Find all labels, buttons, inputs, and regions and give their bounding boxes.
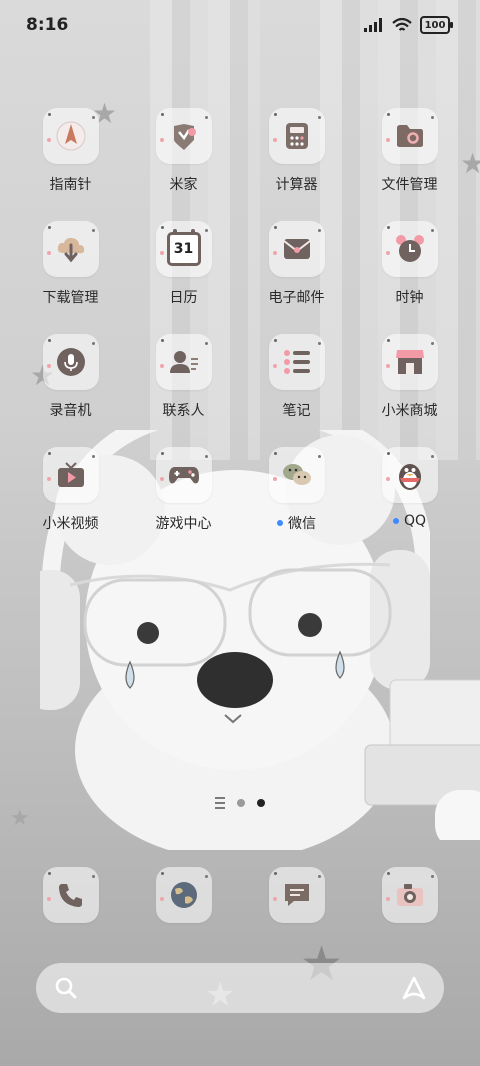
app-tile[interactable]	[381, 867, 438, 923]
app-mi-store[interactable]: 小米商城	[353, 334, 466, 420]
app-tile[interactable]: 31	[155, 221, 212, 277]
app-tile[interactable]	[268, 334, 325, 390]
app-label: 小米商城	[381, 403, 438, 419]
app-label: 联系人	[162, 403, 205, 419]
app-label: QQ	[403, 513, 427, 529]
calendar-icon: 31	[166, 229, 201, 266]
gamepad-icon	[168, 467, 199, 484]
app-contacts[interactable]: 联系人	[127, 334, 240, 420]
books-decoration	[364, 679, 480, 840]
contact-icon	[169, 351, 198, 373]
app-label: 微信	[288, 516, 316, 532]
app-tile[interactable]	[42, 221, 99, 277]
app-label: 时钟	[395, 290, 424, 306]
page-list-icon[interactable]	[215, 797, 225, 809]
app-notes[interactable]: 笔记	[240, 334, 353, 420]
download-cloud-icon	[57, 237, 84, 263]
search-input[interactable]	[92, 975, 386, 1003]
app-calculator[interactable]: 计算器	[240, 108, 353, 194]
camera-icon	[396, 884, 423, 906]
signal-icon	[364, 18, 382, 32]
app-mi-home[interactable]: 米家	[127, 108, 240, 194]
app-label: 日历	[169, 290, 198, 306]
app-wechat[interactable]: 微信	[240, 447, 353, 533]
page-indicator[interactable]	[0, 797, 480, 809]
app-tile[interactable]	[155, 867, 212, 923]
app-tile[interactable]	[268, 867, 325, 923]
app-calendar[interactable]: 31 日历	[127, 221, 240, 307]
app-downloads[interactable]: 下载管理	[14, 221, 127, 307]
app-label: 计算器	[275, 177, 318, 193]
app-tile[interactable]	[381, 447, 438, 503]
message-icon	[284, 884, 309, 906]
app-tile[interactable]	[381, 108, 438, 164]
status-time: 8:16	[26, 15, 69, 35]
app-tile[interactable]	[381, 221, 438, 277]
dock-browser[interactable]	[127, 867, 240, 923]
app-label: 游戏中心	[155, 516, 212, 532]
app-tile[interactable]	[42, 447, 99, 503]
folder-gear-icon	[396, 125, 423, 147]
app-label: 米家	[169, 177, 198, 193]
battery-level: 100	[424, 19, 446, 31]
app-label: 文件管理	[381, 177, 438, 193]
app-tile[interactable]	[155, 108, 212, 164]
app-qq[interactable]: QQ	[353, 447, 466, 533]
microphone-icon	[56, 348, 85, 376]
list-icon	[283, 350, 310, 374]
app-label: 电子邮件	[268, 290, 325, 306]
app-recorder[interactable]: 录音机	[14, 334, 127, 420]
page-dot-active[interactable]	[257, 799, 265, 807]
app-label: 录音机	[49, 403, 92, 419]
alarm-clock-icon	[395, 235, 424, 262]
new-notification-dot	[392, 518, 399, 524]
dock-messages[interactable]	[240, 867, 353, 923]
xiaoai-assistant-icon[interactable]	[400, 974, 428, 1002]
app-tile[interactable]	[155, 447, 212, 503]
app-email[interactable]: 电子邮件	[240, 221, 353, 307]
app-tile[interactable]	[155, 334, 212, 390]
dock	[14, 867, 466, 923]
phone-icon	[58, 884, 82, 907]
envelope-icon	[282, 239, 311, 259]
app-tile[interactable]	[42, 108, 99, 164]
app-label: 下载管理	[42, 290, 99, 306]
app-file-manager[interactable]: 文件管理	[353, 108, 466, 194]
app-mi-video[interactable]: 小米视频	[14, 447, 127, 533]
app-tile[interactable]	[381, 334, 438, 390]
app-grid: 指南针 米家 计算器 文件管理 下载管理 31 日历 电子邮件 时钟 录音机 联…	[14, 108, 466, 533]
battery-indicator: 100	[420, 16, 453, 34]
search-icon	[55, 977, 77, 999]
app-clock[interactable]: 时钟	[353, 221, 466, 307]
compass-icon	[56, 121, 85, 151]
app-compass[interactable]: 指南针	[14, 108, 127, 194]
page-dot[interactable]	[237, 799, 245, 807]
app-tile[interactable]	[268, 108, 325, 164]
app-label: 小米视频	[42, 516, 99, 532]
new-notification-dot	[277, 520, 283, 526]
wechat-icon	[282, 464, 311, 485]
dock-phone[interactable]	[14, 867, 127, 923]
calculator-icon	[285, 123, 308, 149]
globe-icon	[170, 882, 197, 908]
status-bar: 8:16 100	[0, 0, 480, 50]
dock-camera[interactable]	[353, 867, 466, 923]
penguin-icon	[398, 464, 421, 490]
star-decoration-icon: ★	[10, 806, 30, 831]
calendar-day: 31	[173, 241, 194, 257]
app-game-center[interactable]: 游戏中心	[127, 447, 240, 533]
search-bar[interactable]	[36, 963, 444, 1013]
app-tile[interactable]	[42, 867, 99, 923]
app-tile[interactable]	[42, 334, 99, 390]
app-tile[interactable]	[268, 221, 325, 277]
store-icon	[395, 350, 424, 374]
app-tile[interactable]	[268, 447, 325, 503]
wifi-icon	[392, 17, 412, 31]
app-label: 笔记	[282, 403, 311, 419]
app-label: 指南针	[49, 177, 92, 193]
mi-home-icon	[173, 124, 196, 150]
tv-play-icon	[57, 462, 84, 487]
